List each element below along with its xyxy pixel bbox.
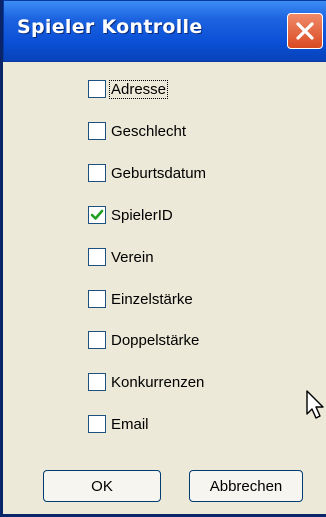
checkbox-box[interactable]	[88, 80, 106, 98]
checkbox-label[interactable]: Adresse	[108, 79, 169, 99]
checkmark-icon	[90, 209, 104, 220]
checkbox-label[interactable]: Konkurrenzen	[110, 374, 205, 391]
checkbox-geschlecht[interactable]: Geschlecht	[88, 118, 187, 144]
checkbox-box[interactable]	[88, 290, 106, 308]
checkbox-box[interactable]	[88, 373, 106, 391]
mouse-pointer-icon	[306, 390, 324, 419]
checkbox-konkurrenzen[interactable]: Konkurrenzen	[88, 369, 205, 395]
checkbox-email[interactable]: Email	[88, 411, 150, 437]
window-title: Spieler Kontrolle	[17, 16, 203, 38]
checkbox-label[interactable]: Geburtsdatum	[110, 165, 207, 182]
checkbox-box[interactable]	[88, 206, 106, 224]
close-icon	[296, 22, 314, 40]
checkbox-doppelstaerke[interactable]: Doppelstärke	[88, 327, 200, 353]
checkbox-box[interactable]	[88, 122, 106, 140]
ok-button[interactable]: OK	[43, 470, 161, 502]
checkbox-label[interactable]: Verein	[110, 249, 155, 266]
close-button[interactable]	[287, 13, 323, 49]
checkbox-label[interactable]: Doppelstärke	[110, 332, 200, 349]
checkbox-label[interactable]: SpielerID	[110, 207, 174, 224]
checkbox-box[interactable]	[88, 331, 106, 349]
checkbox-verein[interactable]: Verein	[88, 244, 155, 270]
checkbox-adresse[interactable]: Adresse	[88, 76, 169, 102]
checkbox-label[interactable]: Einzelstärke	[110, 291, 194, 308]
dialog-body: Adresse Geschlecht Geburtsdatum SpielerI…	[6, 62, 326, 514]
checkbox-label[interactable]: Geschlecht	[110, 123, 187, 140]
checkbox-label[interactable]: Email	[110, 416, 150, 433]
title-bar[interactable]: Spieler Kontrolle	[3, 0, 326, 62]
checkbox-einzelstaerke[interactable]: Einzelstärke	[88, 286, 194, 312]
checkbox-spielerid[interactable]: SpielerID	[88, 202, 174, 228]
checkbox-box[interactable]	[88, 415, 106, 433]
checkbox-box[interactable]	[88, 248, 106, 266]
cancel-button[interactable]: Abbrechen	[189, 470, 303, 502]
checkbox-geburtsdatum[interactable]: Geburtsdatum	[88, 160, 207, 186]
checkbox-box[interactable]	[88, 164, 106, 182]
dialog-window: Spieler Kontrolle Adresse Geschlecht Geb…	[0, 0, 326, 517]
